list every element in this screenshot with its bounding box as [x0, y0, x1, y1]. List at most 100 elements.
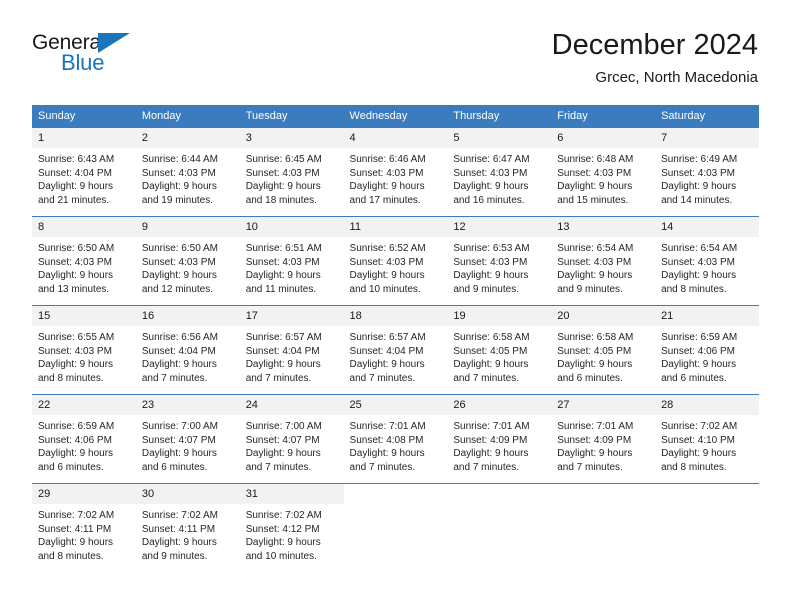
day-cell[interactable]: 8 Sunrise: 6:50 AM Sunset: 4:03 PM Dayli…	[32, 216, 136, 306]
weekday-header-saturday: Saturday	[655, 105, 759, 128]
day-number: 31	[239, 484, 344, 504]
sunrise-text: Sunrise: 6:46 AM	[349, 154, 426, 165]
daylight-text-line2: and 8 minutes.	[38, 550, 104, 562]
calendar-header-row: Sunday Monday Tuesday Wednesday Thursday…	[32, 105, 759, 128]
day-details: Sunrise: 6:49 AM Sunset: 4:03 PM Dayligh…	[655, 148, 759, 207]
day-details: Sunrise: 7:02 AM Sunset: 4:11 PM Dayligh…	[136, 504, 240, 563]
daylight-text-line2: and 7 minutes.	[141, 372, 208, 384]
sunrise-text: Sunrise: 6:58 AM	[557, 332, 634, 343]
daylight-text-line2: and 8 minutes.	[661, 283, 727, 295]
week-row: 15 Sunrise: 6:55 AM Sunset: 4:03 PM Dayl…	[32, 305, 759, 395]
sunrise-text: Sunrise: 6:54 AM	[557, 243, 634, 254]
day-cell[interactable]: 11 Sunrise: 6:52 AM Sunset: 4:03 PM Dayl…	[343, 216, 448, 306]
day-cell[interactable]: 22 Sunrise: 6:59 AM Sunset: 4:06 PM Dayl…	[32, 394, 136, 484]
sunrise-text: Sunrise: 6:49 AM	[661, 154, 738, 165]
daylight-text-line1: Daylight: 9 hours	[245, 537, 321, 549]
weekday-header-friday: Friday	[551, 105, 656, 128]
sunset-text: Sunset: 4:06 PM	[661, 345, 735, 357]
day-cell[interactable]: 29 Sunrise: 7:02 AM Sunset: 4:11 PM Dayl…	[32, 483, 136, 572]
daylight-text-line1: Daylight: 9 hours	[245, 181, 321, 193]
sunset-text: Sunset: 4:09 PM	[453, 434, 528, 446]
daylight-text-line2: and 10 minutes.	[245, 550, 317, 562]
sunrise-text: Sunrise: 6:43 AM	[38, 154, 115, 165]
brand-logo[interactable]: General Blue	[32, 32, 162, 88]
day-number	[655, 484, 759, 504]
day-cell[interactable]: 12 Sunrise: 6:53 AM Sunset: 4:03 PM Dayl…	[447, 216, 552, 306]
daylight-text-line1: Daylight: 9 hours	[245, 359, 321, 371]
day-number: 30	[135, 484, 240, 504]
day-cell[interactable]: 3 Sunrise: 6:45 AM Sunset: 4:03 PM Dayli…	[239, 127, 344, 217]
daylight-text-line2: and 17 minutes.	[349, 194, 421, 206]
day-cell[interactable]: 19 Sunrise: 6:58 AM Sunset: 4:05 PM Dayl…	[447, 305, 552, 395]
day-number	[447, 484, 551, 504]
daylight-text-line1: Daylight: 9 hours	[661, 359, 737, 371]
day-number: 22	[32, 395, 136, 415]
sunrise-text: Sunrise: 7:00 AM	[245, 421, 322, 432]
sunrise-text: Sunrise: 6:44 AM	[141, 154, 218, 165]
day-cell[interactable]: 5 Sunrise: 6:47 AM Sunset: 4:03 PM Dayli…	[447, 127, 552, 217]
day-cell[interactable]: 20 Sunrise: 6:58 AM Sunset: 4:05 PM Dayl…	[551, 305, 656, 395]
sunset-text: Sunset: 4:03 PM	[38, 256, 112, 268]
sunset-text: Sunset: 4:10 PM	[661, 434, 735, 446]
daylight-text-line2: and 6 minutes.	[557, 372, 623, 384]
daylight-text-line1: Daylight: 9 hours	[141, 448, 217, 460]
sunrise-text: Sunrise: 6:56 AM	[141, 332, 218, 343]
sunset-text: Sunset: 4:03 PM	[557, 167, 632, 179]
day-cell[interactable]: 18 Sunrise: 6:57 AM Sunset: 4:04 PM Dayl…	[343, 305, 448, 395]
day-cell[interactable]: 26 Sunrise: 7:01 AM Sunset: 4:09 PM Dayl…	[447, 394, 552, 484]
daylight-text-line1: Daylight: 9 hours	[245, 448, 321, 460]
day-cell-empty	[655, 483, 759, 572]
day-number: 19	[447, 306, 552, 326]
day-number: 4	[343, 128, 448, 148]
day-number: 5	[447, 128, 552, 148]
day-cell[interactable]: 21 Sunrise: 6:59 AM Sunset: 4:06 PM Dayl…	[655, 305, 759, 395]
day-cell[interactable]: 14 Sunrise: 6:54 AM Sunset: 4:03 PM Dayl…	[655, 216, 759, 306]
day-cell[interactable]: 2 Sunrise: 6:44 AM Sunset: 4:03 PM Dayli…	[135, 127, 240, 217]
day-number: 24	[239, 395, 344, 415]
day-cell[interactable]: 13 Sunrise: 6:54 AM Sunset: 4:03 PM Dayl…	[551, 216, 656, 306]
sunrise-text: Sunrise: 6:48 AM	[557, 154, 634, 165]
day-cell-empty	[447, 483, 552, 572]
sunrise-text: Sunrise: 6:50 AM	[141, 243, 218, 254]
week-row: 29 Sunrise: 7:02 AM Sunset: 4:11 PM Dayl…	[32, 483, 759, 572]
sunrise-text: Sunrise: 6:58 AM	[453, 332, 530, 343]
day-cell[interactable]: 10 Sunrise: 6:51 AM Sunset: 4:03 PM Dayl…	[239, 216, 344, 306]
day-cell[interactable]: 28 Sunrise: 7:02 AM Sunset: 4:10 PM Dayl…	[655, 394, 759, 484]
day-cell[interactable]: 7 Sunrise: 6:49 AM Sunset: 4:03 PM Dayli…	[655, 127, 759, 217]
day-cell[interactable]: 31 Sunrise: 7:02 AM Sunset: 4:12 PM Dayl…	[239, 483, 344, 572]
sunset-text: Sunset: 4:06 PM	[38, 434, 112, 446]
day-cell[interactable]: 25 Sunrise: 7:01 AM Sunset: 4:08 PM Dayl…	[343, 394, 448, 484]
day-number: 3	[239, 128, 344, 148]
sunrise-text: Sunrise: 6:45 AM	[245, 154, 322, 165]
day-cell[interactable]: 17 Sunrise: 6:57 AM Sunset: 4:04 PM Dayl…	[239, 305, 344, 395]
day-cell[interactable]: 27 Sunrise: 7:01 AM Sunset: 4:09 PM Dayl…	[551, 394, 656, 484]
daylight-text-line2: and 21 minutes.	[38, 194, 110, 206]
day-cell[interactable]: 24 Sunrise: 7:00 AM Sunset: 4:07 PM Dayl…	[239, 394, 344, 484]
day-number	[344, 484, 448, 504]
daylight-text-line1: Daylight: 9 hours	[661, 181, 737, 193]
day-cell[interactable]: 23 Sunrise: 7:00 AM Sunset: 4:07 PM Dayl…	[135, 394, 240, 484]
sunset-text: Sunset: 4:11 PM	[141, 523, 216, 535]
day-cell[interactable]: 4 Sunrise: 6:46 AM Sunset: 4:03 PM Dayli…	[343, 127, 448, 217]
week-row: 8 Sunrise: 6:50 AM Sunset: 4:03 PM Dayli…	[32, 216, 759, 306]
calendar-page: General Blue December 2024 Grcec, North …	[0, 0, 792, 612]
day-cell[interactable]: 1 Sunrise: 6:43 AM Sunset: 4:04 PM Dayli…	[32, 127, 136, 217]
daylight-text-line2: and 7 minutes.	[245, 461, 312, 473]
day-number: 23	[135, 395, 240, 415]
day-details: Sunrise: 7:00 AM Sunset: 4:07 PM Dayligh…	[240, 415, 344, 474]
daylight-text-line2: and 9 minutes.	[141, 550, 208, 562]
day-number: 27	[551, 395, 656, 415]
day-cell[interactable]: 16 Sunrise: 6:56 AM Sunset: 4:04 PM Dayl…	[135, 305, 240, 395]
sunrise-text: Sunrise: 6:57 AM	[349, 332, 426, 343]
day-number: 1	[32, 128, 136, 148]
sunset-text: Sunset: 4:03 PM	[453, 167, 528, 179]
title-block: December 2024 Grcec, North Macedonia	[552, 28, 758, 88]
day-cell[interactable]: 9 Sunrise: 6:50 AM Sunset: 4:03 PM Dayli…	[135, 216, 240, 306]
day-cell[interactable]: 15 Sunrise: 6:55 AM Sunset: 4:03 PM Dayl…	[32, 305, 136, 395]
day-details: Sunrise: 6:44 AM Sunset: 4:03 PM Dayligh…	[136, 148, 240, 207]
daylight-text-line1: Daylight: 9 hours	[453, 359, 529, 371]
day-cell[interactable]: 30 Sunrise: 7:02 AM Sunset: 4:11 PM Dayl…	[135, 483, 240, 572]
day-number: 25	[343, 395, 448, 415]
day-cell[interactable]: 6 Sunrise: 6:48 AM Sunset: 4:03 PM Dayli…	[551, 127, 656, 217]
day-details: Sunrise: 6:54 AM Sunset: 4:03 PM Dayligh…	[655, 237, 759, 296]
